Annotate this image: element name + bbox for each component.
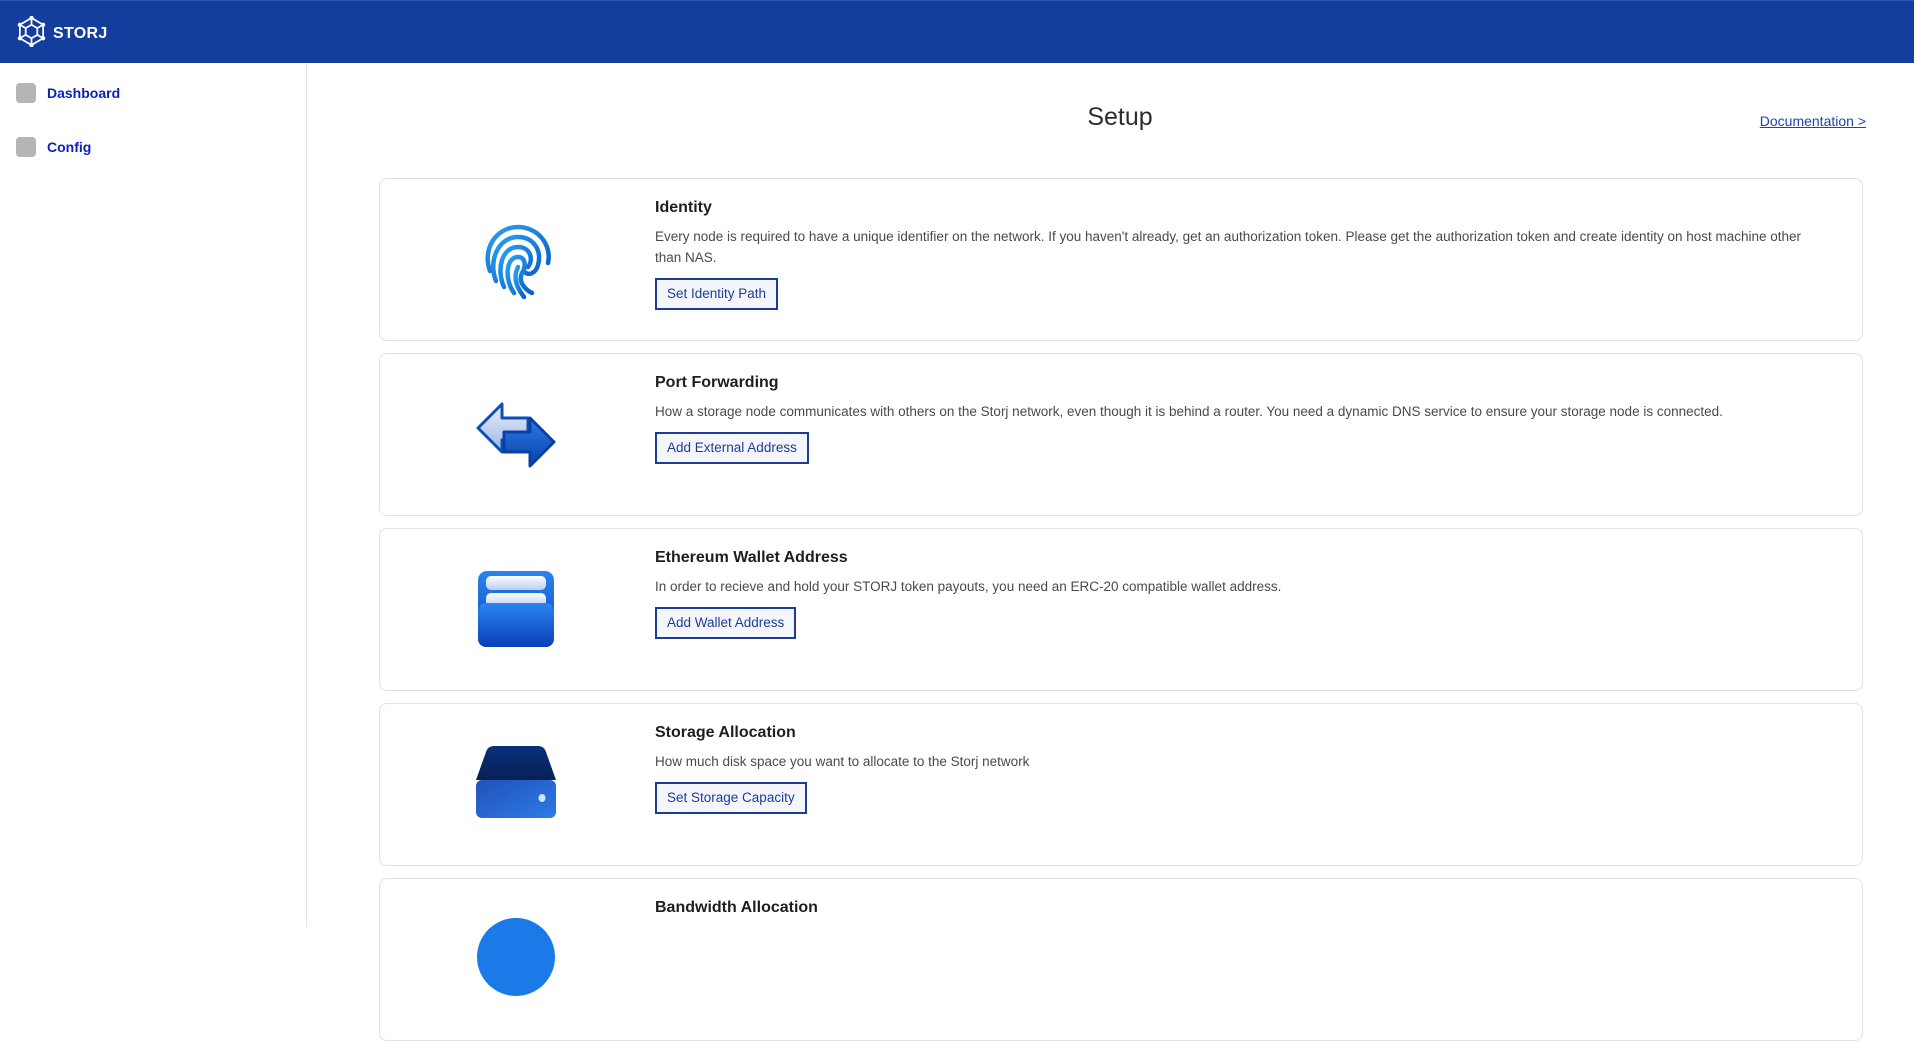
card-description: In order to recieve and hold your STORJ … [655, 579, 1282, 594]
add-external-address-button[interactable]: Add External Address [655, 432, 809, 464]
set-storage-capacity-button[interactable]: Set Storage Capacity [655, 782, 807, 814]
sidebar: Dashboard Config [0, 63, 307, 927]
documentation-link[interactable]: Documentation > [1760, 113, 1866, 129]
top-bar: STORJ [0, 0, 1914, 63]
wallet-icon [476, 569, 556, 649]
card-title: Ethereum Wallet Address [655, 549, 848, 566]
brand-logo[interactable]: STORJ [16, 15, 108, 52]
card-description: How a storage node communicates with oth… [655, 404, 1723, 419]
hard-drive-icon [476, 744, 556, 824]
sidebar-item-label: Dashboard [47, 85, 121, 101]
card-description: Every node is required to have a unique … [655, 229, 1802, 265]
config-icon [16, 137, 36, 157]
add-wallet-address-button[interactable]: Add Wallet Address [655, 607, 797, 639]
sidebar-item-dashboard[interactable]: Dashboard [16, 83, 120, 103]
setup-card-ethereum-wallet: Ethereum Wallet Address In order to reci… [379, 528, 1863, 691]
setup-card-identity: Identity Every node is required to have … [379, 178, 1863, 341]
sidebar-item-label: Config [47, 139, 92, 155]
card-title: Port Forwarding [655, 374, 779, 391]
set-identity-path-button[interactable]: Set Identity Path [655, 278, 779, 310]
card-description: How much disk space you want to allocate… [655, 754, 1030, 769]
setup-card-storage-allocation: Storage Allocation How much disk space y… [379, 703, 1863, 866]
page-title: Setup [1087, 103, 1153, 131]
bandwidth-icon [476, 917, 556, 997]
dashboard-icon [16, 83, 36, 103]
arrows-icon [476, 394, 556, 474]
card-title: Storage Allocation [655, 724, 796, 741]
sidebar-item-config[interactable]: Config [16, 137, 91, 157]
brand-name: STORJ [53, 25, 108, 42]
setup-card-bandwidth-allocation: Bandwidth Allocation [379, 878, 1863, 1041]
setup-card-port-forwarding: Port Forwarding How a storage node commu… [379, 353, 1863, 516]
card-title: Identity [655, 199, 712, 216]
fingerprint-icon [476, 219, 556, 300]
storj-logo-icon [16, 15, 47, 52]
card-title: Bandwidth Allocation [655, 899, 818, 916]
